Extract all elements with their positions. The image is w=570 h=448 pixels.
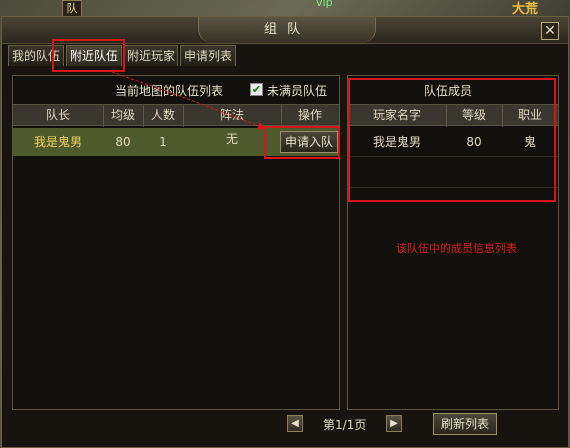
tutorial-arrow [111,71,266,130]
